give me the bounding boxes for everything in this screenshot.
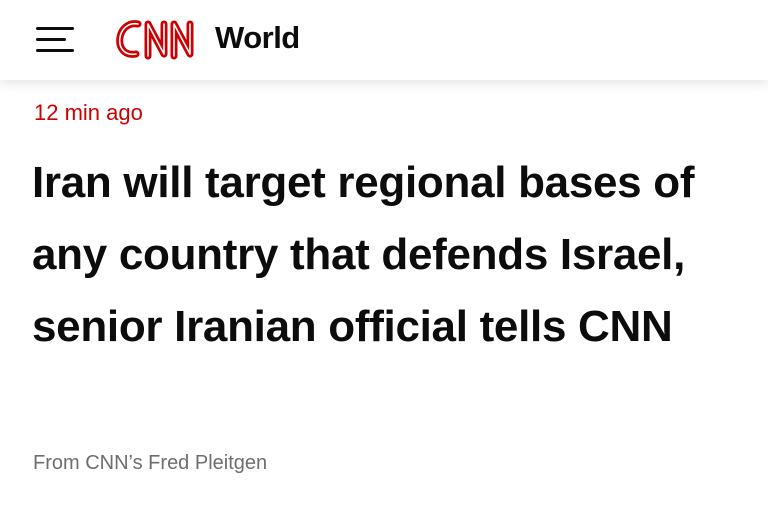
article-headline[interactable]: Iran will target regional bases of any c… [32, 147, 747, 363]
menu-line [36, 27, 74, 30]
section-world-link[interactable]: World [215, 20, 300, 56]
top-header: World [0, 0, 768, 80]
menu-line [36, 49, 74, 52]
hamburger-menu-icon[interactable] [36, 26, 74, 52]
menu-line [36, 38, 66, 41]
cnn-logo-icon [116, 20, 194, 60]
cnn-logo[interactable] [108, 14, 208, 64]
page: World 12 min ago Iran will target region… [0, 0, 768, 507]
post-timestamp: 12 min ago [34, 100, 143, 125]
article-byline: From CNN’s Fred Pleitgen [33, 452, 268, 474]
